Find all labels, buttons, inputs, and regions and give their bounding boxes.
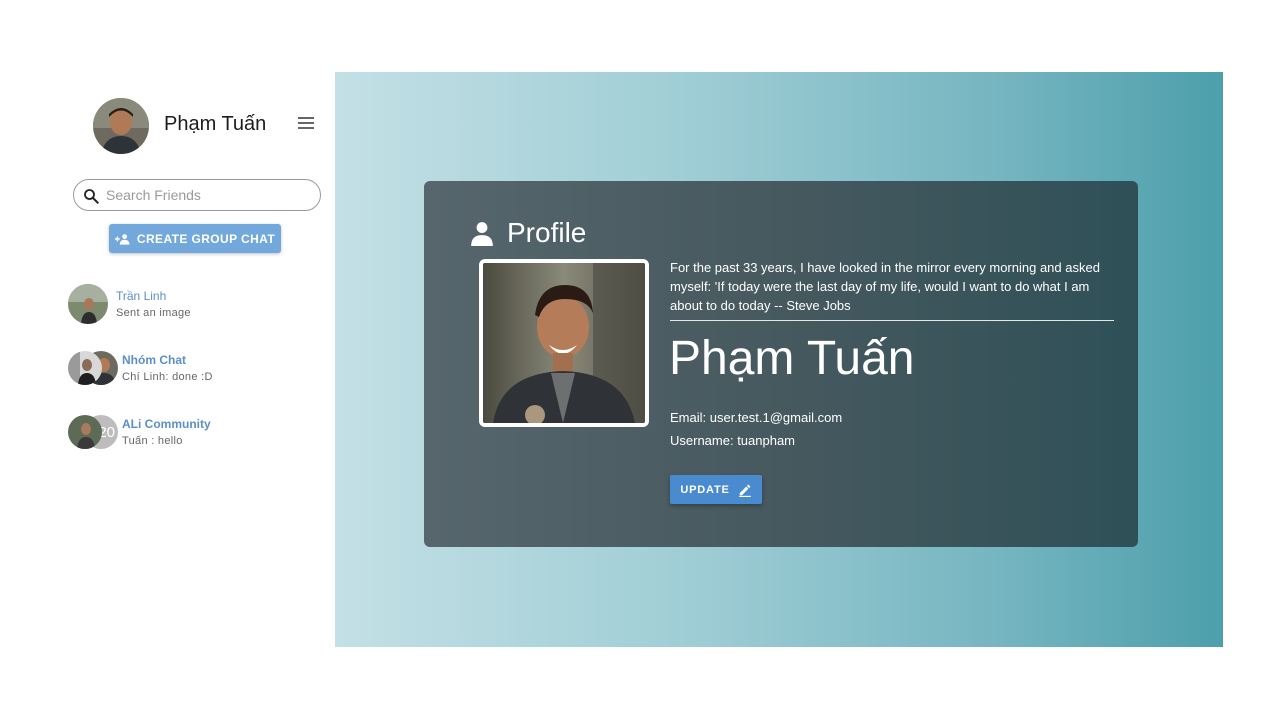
chat-last-message: Tuấn : hello [122,435,183,447]
profile-photo [479,259,649,427]
divider [670,320,1114,321]
profile-name: Phạm Tuấn [669,332,915,385]
group-avatar [68,351,120,385]
profile-username: Username: tuanpham [670,433,796,448]
main-panel: Profile For the past 33 years, I have lo… [335,72,1223,647]
profile-card: Profile For the past 33 years, I have lo… [424,181,1138,547]
search-friends-input[interactable] [106,184,311,206]
chat-title: Trần Linh [116,289,167,303]
create-group-chat-button[interactable]: CREATE GROUP CHAT [109,224,281,253]
chat-last-message: Chí Linh: done :D [122,371,213,383]
chat-list-item[interactable]: 20 ALi Community Tuấn : hello [68,412,318,456]
update-profile-button[interactable]: UPDATE [670,475,762,504]
chat-last-message: Sent an image [116,307,191,319]
user-avatar[interactable] [93,98,149,154]
chat-list-item[interactable]: Nhóm Chat Chí Linh: done :D [68,348,318,392]
user-name: Phạm Tuấn [164,113,267,135]
search-icon [84,189,99,204]
edit-pencil-icon [738,484,751,497]
profile-header: Profile [469,217,586,249]
update-label: UPDATE [680,483,730,496]
profile-email: Email: user.test.1@gmail.com [670,410,843,425]
person-icon [471,222,493,246]
add-group-icon [114,233,130,245]
group-avatar: 20 [68,415,120,449]
search-box [73,179,321,211]
chat-avatar [68,284,108,324]
chat-title: ALi Community [122,417,211,431]
profile-heading: Profile [507,217,587,248]
chat-title: Nhóm Chat [122,353,186,367]
profile-quote: For the past 33 years, I have looked in … [670,260,1100,313]
create-group-chat-label: CREATE GROUP CHAT [136,231,276,246]
hamburger-menu-icon[interactable] [298,117,316,133]
sidebar: Phạm Tuấn CREATE GROUP CHAT Trần [0,0,335,720]
chat-list-item[interactable]: Trần Linh Sent an image [68,284,318,328]
